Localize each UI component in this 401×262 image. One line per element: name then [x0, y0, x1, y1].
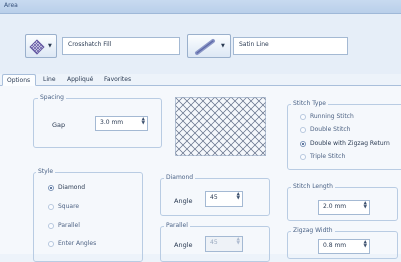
gap-value: 3.0 mm — [100, 119, 124, 126]
radio-icon — [48, 222, 54, 229]
stitch-length-input[interactable]: 2.0 mm ▲ ▼ — [318, 200, 370, 215]
stitch-option-double-zigzag[interactable]: Double with Zigzag Return — [300, 140, 390, 147]
radio-icon — [300, 153, 306, 160]
line-type-field[interactable]: Satin Line — [233, 37, 348, 55]
radio-icon — [300, 126, 306, 133]
parallel-angle-input[interactable]: 45 ▲ ▼ — [205, 236, 243, 252]
radio-label: Running Stitch — [310, 113, 354, 120]
diamond-angle-input[interactable]: 45 ▲ ▼ — [205, 191, 243, 207]
tab-label: Appliqué — [67, 76, 94, 83]
tab-label: Options — [7, 77, 31, 84]
spin-arrows-icon[interactable]: ▲ ▼ — [364, 240, 367, 249]
style-option-diamond[interactable]: Diamond — [48, 184, 85, 191]
spin-arrows-icon[interactable]: ▲ ▼ — [364, 201, 367, 210]
chevron-down-icon: ▼ — [221, 43, 225, 49]
stitch-option-double[interactable]: Double Stitch — [300, 126, 350, 133]
spin-arrows-icon[interactable]: ▲ ▼ — [142, 117, 145, 126]
line-type-value: Satin Line — [239, 41, 269, 48]
chevron-down-icon: ▼ — [48, 43, 52, 49]
style-group-title: Style — [36, 168, 56, 175]
radio-label: Double Stitch — [310, 126, 351, 133]
stitch-type-group-title: Stitch Type — [291, 100, 328, 107]
radio-label: Enter Angles — [58, 240, 97, 247]
fill-type-field[interactable]: Crosshatch Fill — [62, 37, 180, 55]
crosshatch-fill-icon — [29, 39, 45, 55]
tab-label: Line — [43, 76, 56, 83]
zigzag-width-value: 0.8 mm — [323, 242, 347, 249]
radio-selected-icon — [300, 140, 306, 147]
parallel-group-title: Parallel — [164, 222, 190, 229]
radio-label: Square — [58, 203, 80, 210]
radio-icon — [48, 240, 54, 247]
tab-applique[interactable]: Appliqué — [63, 74, 99, 86]
style-option-enter-angles[interactable]: Enter Angles — [48, 240, 96, 247]
stitch-option-triple[interactable]: Triple Stitch — [300, 153, 345, 160]
stitch-option-running[interactable]: Running Stitch — [300, 113, 354, 120]
radio-label: Parallel — [58, 222, 80, 229]
diamond-angle-value: 45 — [210, 194, 218, 201]
tab-favorites[interactable]: Favorites — [100, 74, 140, 86]
fill-type-value: Crosshatch Fill — [68, 41, 112, 48]
style-option-parallel[interactable]: Parallel — [48, 222, 80, 229]
spin-arrows-icon[interactable]: ▲ ▼ — [237, 237, 240, 246]
line-style-button[interactable]: ▼ — [187, 34, 231, 58]
zigzag-width-input[interactable]: 0.8 mm ▲ ▼ — [318, 239, 370, 254]
tab-options[interactable]: Options — [2, 74, 36, 86]
title-bar: Area — [0, 0, 401, 14]
parallel-angle-value: 45 — [210, 239, 218, 246]
diamond-angle-label: Angle — [174, 197, 193, 205]
spacing-group-title: Spacing — [38, 94, 66, 101]
gap-label: Gap — [52, 121, 66, 129]
style-option-square[interactable]: Square — [48, 203, 79, 210]
tab-line[interactable]: Line — [39, 74, 61, 86]
zigzag-width-group-title: Zigzag Width — [291, 227, 335, 234]
diamond-group-title: Diamond — [164, 174, 196, 181]
radio-label: Double with Zigzag Return — [310, 140, 390, 147]
radio-label: Diamond — [58, 184, 86, 191]
spin-arrows-icon[interactable]: ▲ ▼ — [237, 192, 240, 201]
radio-label: Triple Stitch — [310, 153, 346, 160]
parallel-angle-label: Angle — [174, 241, 193, 249]
gap-input[interactable]: 3.0 mm ▲ ▼ — [95, 116, 148, 131]
radio-icon — [48, 203, 54, 210]
satin-line-icon — [195, 39, 215, 55]
stitch-length-value: 2.0 mm — [323, 203, 347, 210]
radio-selected-icon — [48, 184, 54, 191]
radio-icon — [300, 113, 306, 120]
stitch-length-group-title: Stitch Length — [291, 183, 335, 190]
tab-label: Favorites — [104, 76, 132, 83]
fill-pattern-button[interactable]: ▼ — [25, 34, 57, 58]
pattern-preview — [175, 97, 266, 156]
window-title: Area — [4, 2, 18, 9]
